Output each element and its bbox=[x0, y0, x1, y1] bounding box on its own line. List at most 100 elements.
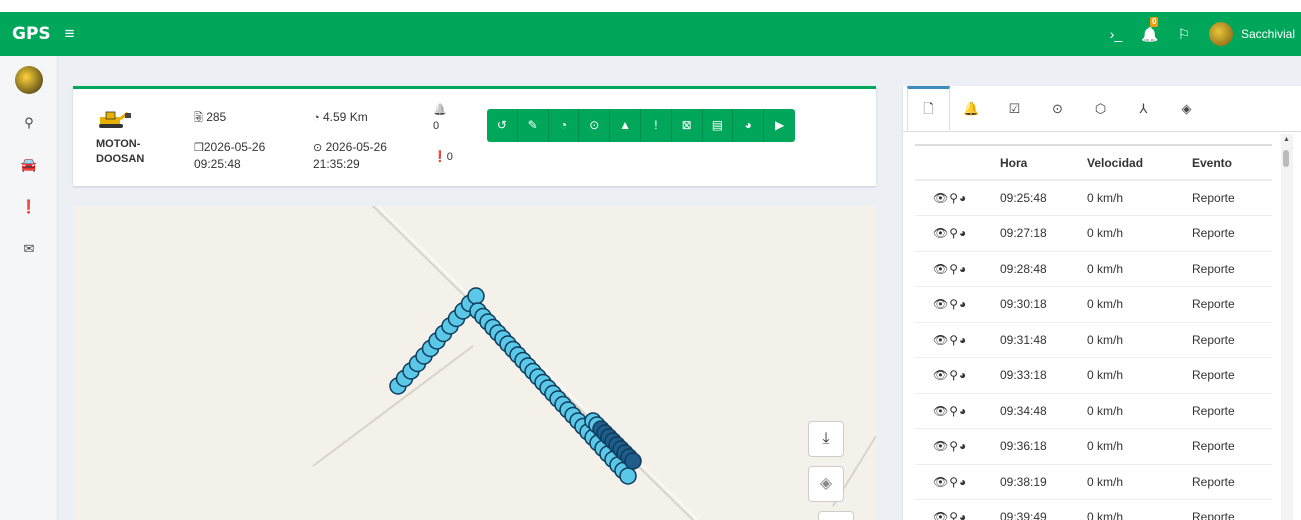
menu-icon[interactable]: ≡ bbox=[65, 24, 75, 44]
distance-field: ◔ 4.59 Km bbox=[313, 109, 368, 126]
end-time: 21:35:29 bbox=[313, 157, 360, 171]
row-velocidad: 0 km/h bbox=[1081, 464, 1184, 500]
table-scrollbar[interactable]: ▲ bbox=[1281, 134, 1293, 520]
table-row[interactable]: 👁⚲◕ 09:36:18 0 km/h Reporte bbox=[915, 428, 1272, 465]
dashboard-icon: ◔ bbox=[313, 112, 320, 124]
warning-button[interactable]: ▲ bbox=[610, 109, 641, 142]
track-point-marker[interactable] bbox=[619, 467, 637, 485]
table-row[interactable]: 👁⚲◕ 09:31:48 0 km/h Reporte bbox=[915, 322, 1272, 358]
table-row[interactable]: 👁⚲◕ 09:30:18 0 km/h Reporte bbox=[915, 286, 1272, 323]
scroll-thumb[interactable] bbox=[1283, 150, 1289, 167]
terminal-icon[interactable]: ›_ bbox=[1099, 26, 1133, 42]
car-icon[interactable]: 🚘 bbox=[0, 144, 58, 186]
globe-button[interactable]: ◕ bbox=[733, 109, 765, 142]
tab-visibility[interactable]: ◈ bbox=[1165, 86, 1208, 131]
layers-button[interactable]: ◈ bbox=[808, 466, 844, 502]
row-action-icons[interactable]: 👁⚲◕ bbox=[915, 464, 993, 500]
row-hora: 09:31:48 bbox=[993, 322, 1081, 358]
vehicle-info: MOTON- DOOSAN bbox=[96, 109, 144, 167]
mail-icon[interactable]: ✉ bbox=[0, 228, 58, 270]
navbar: GPS ≡ ›_ 🔔 0 ⚐ Sacchivial bbox=[0, 12, 1301, 56]
play-button[interactable]: ▶ bbox=[764, 109, 795, 142]
end-date: 2026-05-26 bbox=[325, 140, 387, 154]
table-row[interactable]: 👁⚲◕ 09:28:48 0 km/h Reporte bbox=[915, 251, 1272, 287]
track-point-marker[interactable] bbox=[467, 287, 485, 305]
table-row[interactable]: 👁⚲◕ 09:25:48 0 km/h Reporte bbox=[915, 180, 1272, 216]
warnings-field: ❗0 bbox=[433, 149, 453, 165]
tab-alerts[interactable]: 🔔 bbox=[950, 86, 993, 131]
tab-route[interactable]: ⅄ bbox=[1122, 86, 1165, 131]
row-action-icons[interactable]: 👁⚲◕ bbox=[915, 251, 993, 287]
edit-button[interactable]: ✎ bbox=[517, 109, 549, 142]
bell-icon: 🔔 bbox=[433, 104, 447, 116]
map[interactable]: ⤓ ◈ bbox=[73, 206, 876, 520]
events-table-wrapper: Hora Velocidad Evento 👁⚲◕ 09:25:48 0 km/h R… bbox=[915, 144, 1272, 520]
row-velocidad: 0 km/h bbox=[1081, 357, 1184, 394]
row-hora: 09:25:48 bbox=[993, 180, 1081, 216]
sidebar: ⚲ 🚘 ❗ ✉ bbox=[0, 56, 58, 520]
report-icon: 🗟 bbox=[194, 112, 203, 124]
col-velocidad[interactable]: Velocidad bbox=[1081, 146, 1184, 181]
table-row[interactable]: 👁⚲◕ 09:33:18 0 km/h Reporte bbox=[915, 357, 1272, 394]
distance-value: 4.59 Km bbox=[323, 110, 368, 124]
exclamation-button[interactable]: ! bbox=[640, 109, 672, 142]
document-button[interactable]: ▤ bbox=[702, 109, 734, 142]
scroll-up-icon[interactable]: ▲ bbox=[1283, 136, 1290, 143]
row-hora: 09:33:18 bbox=[993, 357, 1081, 394]
row-action-icons[interactable]: 👁⚲◕ bbox=[915, 428, 993, 465]
table-row[interactable]: 👁⚲◕ 09:38:19 0 km/h Reporte bbox=[915, 464, 1272, 500]
user-menu[interactable]: Sacchivial bbox=[1208, 22, 1295, 46]
zoom-button[interactable] bbox=[818, 511, 854, 520]
route-track bbox=[389, 287, 642, 485]
username: Sacchivial bbox=[1240, 27, 1295, 41]
tab-geofence[interactable]: ⬡ bbox=[1079, 86, 1122, 131]
events-table: Hora Velocidad Evento 👁⚲◕ 09:25:48 0 km/h R… bbox=[915, 146, 1272, 520]
flag-icon[interactable]: ⚐ bbox=[1167, 26, 1201, 43]
col-hora[interactable]: Hora bbox=[993, 146, 1081, 181]
alert-icon[interactable]: ❗ bbox=[0, 186, 58, 228]
track-point-marker[interactable] bbox=[624, 452, 642, 470]
tab-clock[interactable]: ⊙ bbox=[1036, 86, 1079, 131]
row-evento: Reporte bbox=[1184, 357, 1272, 394]
exclamation-circle-icon: ❗ bbox=[433, 151, 447, 163]
notifications-badge: 0 bbox=[1149, 16, 1159, 27]
brand-logo[interactable]: GPS bbox=[12, 24, 51, 44]
row-action-icons[interactable]: 👁⚲◕ bbox=[915, 286, 993, 323]
alerts-count: 0 bbox=[433, 120, 440, 132]
excel-button[interactable]: ⊠ bbox=[671, 109, 703, 142]
clock-button[interactable]: ⊙ bbox=[579, 109, 611, 142]
row-action-icons[interactable]: 👁⚲◕ bbox=[915, 215, 993, 252]
history-button[interactable]: ↺ bbox=[487, 109, 518, 142]
sidebar-avatar[interactable] bbox=[14, 66, 43, 94]
map-canvas bbox=[312, 206, 876, 520]
row-hora: 09:28:48 bbox=[993, 251, 1081, 287]
download-button[interactable]: ⤓ bbox=[808, 421, 844, 457]
row-action-icons[interactable]: 👁⚲◕ bbox=[915, 499, 993, 520]
row-hora: 09:27:18 bbox=[993, 215, 1081, 252]
row-evento: Reporte bbox=[1184, 464, 1272, 500]
panel-tabs: 🗋 🔔 ☑ ⊙ ⬡ ⅄ ◈ bbox=[903, 86, 1301, 132]
row-action-icons[interactable]: 👁⚲◕ bbox=[915, 357, 993, 394]
row-hora: 09:36:18 bbox=[993, 428, 1081, 465]
toolbar-buttons: ↺ ✎ ◔ ⊙ ▲! ⊠ ▤ ◕ ▶ bbox=[487, 109, 795, 142]
row-action-icons[interactable]: 👁⚲◕ bbox=[915, 322, 993, 358]
row-evento: Reporte bbox=[1184, 215, 1272, 252]
start-time: 09:25:48 bbox=[194, 157, 241, 171]
table-row[interactable]: 👁⚲◕ 09:34:48 0 km/h Reporte bbox=[915, 393, 1272, 429]
table-row[interactable]: 👁⚲◕ 09:27:18 0 km/h Reporte bbox=[915, 215, 1272, 252]
top-strip bbox=[0, 0, 1301, 12]
row-action-icons[interactable]: 👁⚲◕ bbox=[915, 393, 993, 429]
row-evento: Reporte bbox=[1184, 393, 1272, 429]
tab-checklist[interactable]: ☑ bbox=[993, 86, 1036, 131]
col-evento[interactable]: Evento bbox=[1184, 146, 1272, 181]
table-row[interactable]: 👁⚲◕ 09:39:49 0 km/h Reporte bbox=[915, 499, 1272, 520]
location-icon[interactable]: ⚲ bbox=[0, 102, 58, 144]
report-count: 285 bbox=[206, 110, 227, 124]
events-panel: 🗋 🔔 ☑ ⊙ ⬡ ⅄ ◈ Hora Velocidad Evento 👁⚲◕ 09:25:4… bbox=[903, 86, 1301, 520]
count-field: 🗟 285 bbox=[194, 109, 226, 126]
sidebar-items: ⚲ 🚘 ❗ ✉ bbox=[0, 102, 57, 270]
speedometer-button[interactable]: ◔ bbox=[548, 109, 580, 142]
tab-document[interactable]: 🗋 bbox=[907, 86, 950, 131]
row-action-icons[interactable]: 👁⚲◕ bbox=[915, 180, 993, 216]
notifications-button[interactable]: 🔔 0 bbox=[1133, 16, 1167, 43]
